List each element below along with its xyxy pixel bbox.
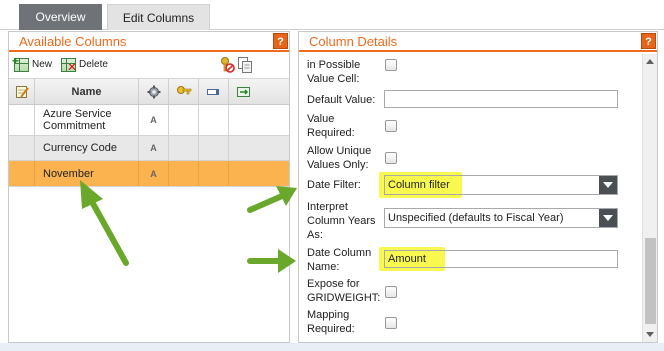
row-type-icon: A xyxy=(139,161,169,186)
mapping-column-header xyxy=(229,79,259,104)
date-column-name-input[interactable]: Amount xyxy=(384,250,618,268)
scroll-down-icon[interactable] xyxy=(646,332,654,337)
expose-for-gridweight-checkbox[interactable] xyxy=(385,286,397,298)
help-button[interactable]: ? xyxy=(273,33,288,49)
allow-unique-values-only-label: Allow Unique Values Only: xyxy=(307,145,372,171)
new-grid-icon: + xyxy=(12,55,29,72)
key-restrict-icon[interactable] xyxy=(219,56,235,74)
default-value-input[interactable] xyxy=(384,90,618,108)
chevron-down-icon[interactable] xyxy=(599,176,617,194)
mapping-required-label: Mapping Required: xyxy=(307,309,355,335)
available-columns-title: Available Columns xyxy=(19,34,127,49)
new-button-label: New xyxy=(32,59,53,70)
in-possible-value-cell-label: in Possible Value Cell: xyxy=(307,59,361,85)
column-details-title: Column Details xyxy=(309,34,398,49)
delete-grid-icon: ✕ xyxy=(61,58,77,73)
name-column-header[interactable]: Name xyxy=(35,79,139,104)
column-details-panel: Column Details ? in Possible Value Cell:… xyxy=(298,31,658,343)
in-possible-value-cell-checkbox[interactable] xyxy=(385,59,397,71)
date-filter-label: Date Filter: xyxy=(307,179,361,191)
column-details-header: Column Details ? xyxy=(299,32,657,52)
scroll-up-icon[interactable] xyxy=(646,59,654,64)
default-value-label: Default Value: xyxy=(307,94,376,106)
scrollbar-thumb[interactable] xyxy=(645,238,656,324)
gear-icon xyxy=(147,85,160,98)
tab-overview[interactable]: Overview xyxy=(19,4,102,30)
mapping-required-checkbox[interactable] xyxy=(385,317,397,329)
columns-table-header: Name xyxy=(9,79,289,105)
table-row[interactable]: Azure Service Commitment A xyxy=(9,105,289,136)
row-name: November xyxy=(35,161,139,186)
row-type-icon: A xyxy=(139,136,169,160)
edit-column-header xyxy=(9,79,35,104)
columns-toolbar: + New ✕ Delete xyxy=(9,52,289,79)
table-row-selected[interactable]: November A xyxy=(9,161,289,187)
tab-edit-columns[interactable]: Edit Columns xyxy=(107,4,210,30)
column-details-form: in Possible Value Cell: Default Value: V… xyxy=(299,54,657,342)
expose-for-gridweight-label: Expose for GRIDWEIGHT: xyxy=(307,278,381,304)
edit-notepad-icon xyxy=(15,85,29,98)
date-filter-value: Column filter xyxy=(388,179,450,191)
available-columns-header: Available Columns ? xyxy=(9,32,289,52)
chevron-down-icon[interactable] xyxy=(599,209,617,227)
tab-bar: Overview Edit Columns xyxy=(0,0,664,30)
vertical-scrollbar[interactable] xyxy=(642,54,657,342)
available-columns-panel: Available Columns ? + New ✕ Delete Name … xyxy=(8,31,290,343)
new-button[interactable]: + New xyxy=(12,55,53,73)
date-filter-select[interactable]: Column filter xyxy=(384,175,618,195)
key-column-header xyxy=(169,79,199,104)
value-required-checkbox[interactable] xyxy=(385,120,397,132)
allow-unique-values-only-checkbox[interactable] xyxy=(385,152,397,164)
date-column-name-label: Date Column Name: xyxy=(307,247,372,273)
row-name: Azure Service Commitment xyxy=(35,105,139,135)
settings-column-header xyxy=(139,79,169,104)
key-icon xyxy=(176,85,191,94)
interpret-column-years-as-value: Unspecified (defaults to Fiscal Year) xyxy=(388,212,564,224)
interpret-column-years-as-label: Interpret Column Years As: xyxy=(307,201,376,241)
table-row[interactable]: Currency Code A xyxy=(9,136,289,161)
bottom-strip xyxy=(0,343,664,351)
row-name: Currency Code xyxy=(35,136,139,160)
row-type-icon: A xyxy=(139,105,169,135)
mapping-icon xyxy=(237,86,250,97)
interpret-column-years-as-select[interactable]: Unspecified (defaults to Fiscal Year) xyxy=(384,208,618,228)
value-required-label: Value Required: xyxy=(307,113,355,139)
delete-button[interactable]: ✕ Delete xyxy=(61,57,108,73)
copy-icon[interactable] xyxy=(237,56,253,74)
field-column-header xyxy=(199,79,229,104)
help-button[interactable]: ? xyxy=(641,33,656,49)
field-icon xyxy=(206,88,219,95)
delete-button-label: Delete xyxy=(79,59,108,70)
